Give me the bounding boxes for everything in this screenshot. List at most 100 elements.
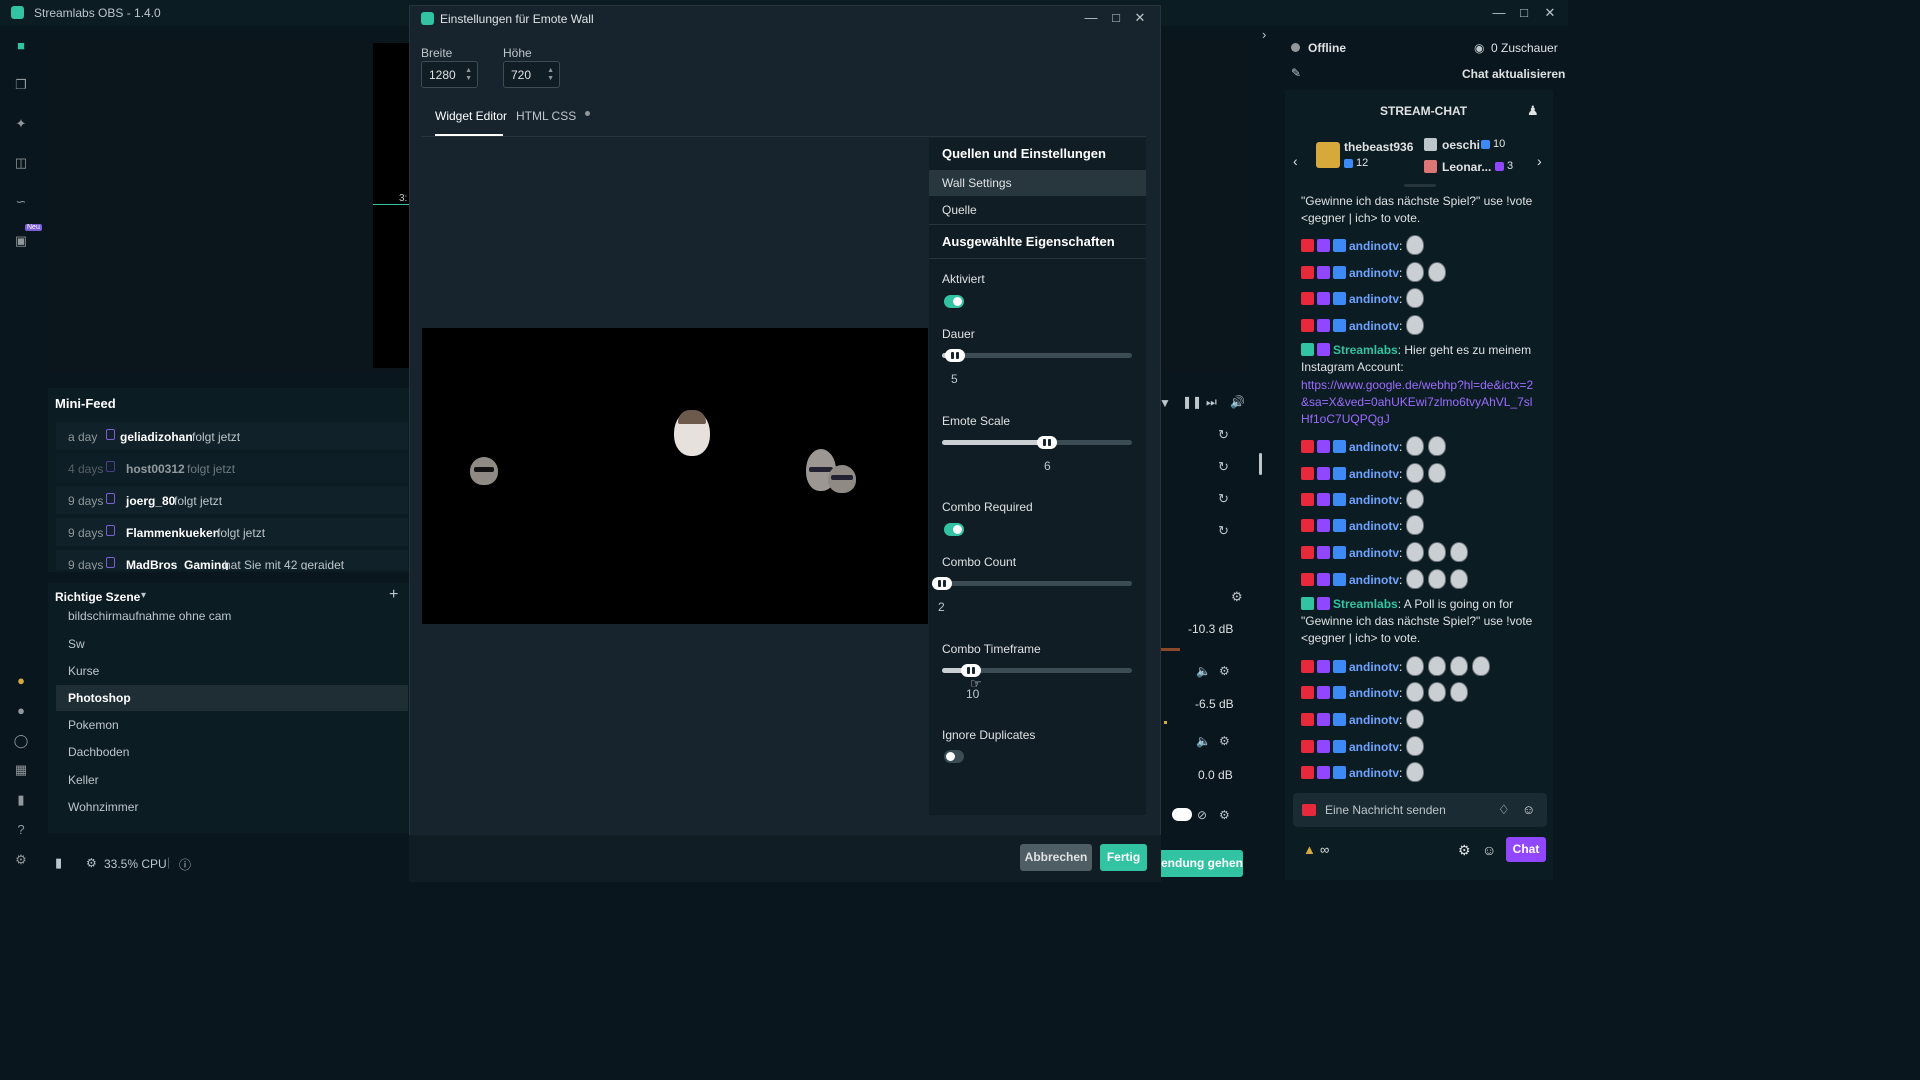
scene-item[interactable]: Dachboden — [56, 739, 408, 765]
feed-action: hat Sie mit 42 geraidet — [224, 558, 345, 570]
chevron-right-icon[interactable]: › — [1262, 27, 1266, 42]
close-icon[interactable]: ✕ — [1540, 3, 1560, 23]
dialog-logo-icon — [421, 12, 434, 25]
chevron-down-icon[interactable]: ▾ — [141, 590, 146, 601]
stats-icon[interactable]: ∽ — [11, 192, 31, 212]
toggle[interactable] — [1172, 808, 1192, 821]
dialog-minimize-icon[interactable]: — — [1081, 8, 1101, 28]
gear-icon[interactable]: ⚙ — [1219, 734, 1230, 748]
bits-icon[interactable]: ♢ — [1498, 802, 1510, 818]
volume-icon[interactable]: 🔊 — [1230, 395, 1245, 409]
chat-message: andinotv: — [1301, 288, 1425, 310]
cpu-icon: ⚙ — [86, 856, 97, 870]
chat-settings-icon[interactable]: ⚙ — [1458, 842, 1471, 859]
gear-icon[interactable]: ⚙ — [1219, 808, 1230, 822]
slider-handle[interactable] — [932, 577, 952, 590]
repeat-icon[interactable]: ↻ — [1218, 491, 1229, 507]
media-icon[interactable]: ▣ — [11, 231, 31, 251]
dialog-maximize-icon[interactable]: □ — [1106, 8, 1126, 28]
feed-time: 4 days — [68, 462, 104, 476]
height-input[interactable]: 720 ▲ ▼ — [503, 61, 560, 88]
ignore-duplicates-label: Ignore Duplicates — [942, 728, 1036, 742]
info-icon[interactable]: ⓘ — [179, 856, 191, 873]
cancel-button[interactable]: Abbrechen — [1020, 844, 1092, 871]
combo-timeframe-slider[interactable] — [942, 664, 1132, 677]
emoji-icon[interactable]: ☺ — [1522, 802, 1535, 817]
scene-collection-title[interactable]: Richtige Szene — [55, 590, 140, 604]
combo-required-label: Combo Required — [942, 500, 1033, 514]
layout-icon[interactable]: ▦ — [11, 760, 31, 780]
repeat-icon[interactable]: ↻ — [1218, 523, 1229, 539]
add-scene-icon[interactable]: + — [389, 586, 398, 604]
users-icon[interactable]: ♟ — [1527, 103, 1539, 119]
settings-header: Quellen und Einstellungen — [942, 146, 1106, 161]
feed-item[interactable]: 9 days joerg_80 folgt jetzt — [56, 486, 408, 514]
volume-meter — [1160, 648, 1180, 651]
scroll-indicator — [1404, 184, 1436, 187]
edit-icon[interactable]: ✎ — [1291, 66, 1301, 80]
hide-icon[interactable]: ⊘ — [1197, 808, 1207, 822]
pause-icon[interactable]: ❚❚ — [1182, 395, 1202, 409]
help-icon[interactable]: ? — [11, 820, 31, 840]
scene-item[interactable]: Kurse — [56, 658, 408, 684]
feed-item[interactable]: 9 days MadBros_Gaming hat Sie mit 42 ger… — [56, 550, 408, 570]
ignore-duplicates-toggle[interactable] — [944, 750, 964, 763]
repeat-icon[interactable]: ↻ — [1218, 427, 1229, 443]
dialog-close-icon[interactable]: ✕ — [1130, 8, 1150, 28]
slider-handle[interactable] — [945, 349, 966, 362]
settings-icon[interactable]: ⚙ — [11, 850, 31, 870]
scene-item[interactable]: Sw — [56, 631, 408, 657]
mute-icon[interactable]: 🔈 — [1196, 664, 1211, 678]
tab-widget-editor[interactable]: Widget Editor — [435, 109, 507, 123]
divider — [929, 258, 1146, 259]
feed-item[interactable]: 4 days host00312 folgt jetzt — [56, 454, 408, 482]
chevron-right-icon[interactable]: › — [1537, 153, 1542, 169]
chat-icon[interactable]: ◯ — [11, 731, 31, 751]
minimize-icon[interactable]: — — [1489, 3, 1509, 23]
tab-html-css[interactable]: HTML CSS — [516, 109, 576, 123]
refresh-chat-link[interactable]: Chat aktualisieren — [1462, 67, 1565, 81]
chat-link[interactable]: https://www.google.de/webhp?hl=de&ictx=2… — [1301, 377, 1541, 428]
scene-item[interactable]: bildschirmaufnahme ohne cam — [56, 606, 408, 626]
performance-icon[interactable]: ▮ — [55, 855, 62, 871]
scene-item[interactable]: Pokemon — [56, 712, 408, 738]
width-input[interactable]: 1280 ▲ ▼ — [421, 61, 478, 88]
store-icon[interactable]: ◫ — [11, 153, 31, 173]
mute-icon[interactable]: 🔈 — [1196, 734, 1211, 748]
feed-item[interactable]: 9 days Flammenkueken folgt jetzt — [56, 518, 408, 546]
width-label: Breite — [421, 46, 453, 60]
menu-source[interactable]: Quelle — [929, 197, 1146, 223]
slider-handle[interactable] — [1036, 436, 1057, 449]
scene-item[interactable]: Wohnzimmer — [56, 794, 408, 820]
editor-icon[interactable]: ■ — [11, 36, 31, 56]
feed-item[interactable]: a day geliadizohan folgt jetzt — [56, 422, 408, 450]
maximize-icon[interactable]: □ — [1514, 3, 1534, 23]
studio-mode-icon[interactable]: ▮ — [11, 790, 31, 810]
repeat-icon[interactable]: ↻ — [1218, 459, 1229, 475]
combo-count-label: Combo Count — [942, 555, 1017, 569]
combo-count-slider[interactable] — [932, 577, 1132, 590]
duration-slider[interactable] — [942, 349, 1132, 362]
scene-item[interactable]: Photoshop — [56, 685, 408, 711]
enabled-toggle[interactable] — [944, 295, 964, 308]
emote-scale-slider[interactable] — [942, 436, 1132, 449]
emote-icon[interactable]: ☺ — [1482, 842, 1496, 858]
combo-required-toggle[interactable] — [944, 523, 964, 536]
chat-input-placeholder[interactable]: Eine Nachricht senden — [1325, 803, 1446, 817]
tab-indicator — [435, 134, 503, 136]
apps-icon[interactable]: ✦ — [11, 114, 31, 134]
gifter-name: oeschi — [1442, 138, 1481, 152]
skip-icon[interactable]: ⏭ — [1206, 395, 1217, 410]
prime-icon[interactable]: ● — [11, 671, 31, 691]
alert-icon[interactable]: ● — [11, 701, 31, 721]
gear-icon[interactable]: ⚙ — [1219, 664, 1230, 678]
done-button[interactable]: Fertig — [1100, 844, 1147, 871]
mixer-settings-icon[interactable]: ⚙ — [1231, 589, 1243, 605]
themes-icon[interactable]: ❐ — [11, 75, 31, 95]
go-live-button[interactable]: Sendung gehen — [1153, 850, 1243, 877]
scene-item[interactable]: Keller — [56, 767, 408, 793]
chevron-left-icon[interactable]: ‹ — [1293, 153, 1298, 169]
chat-send-button[interactable]: Chat — [1506, 837, 1546, 862]
menu-wall-settings[interactable]: Wall Settings — [929, 170, 1146, 196]
scrollbar[interactable] — [1259, 453, 1262, 475]
